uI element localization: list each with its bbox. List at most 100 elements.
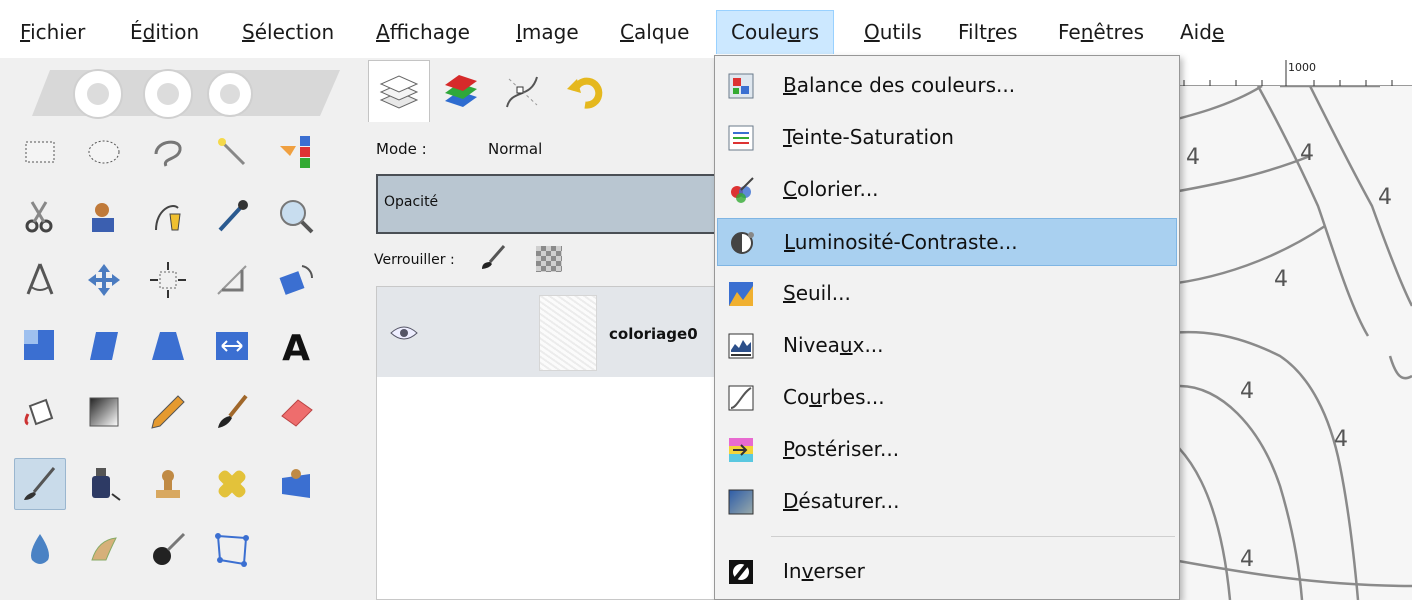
hue-saturation-icon bbox=[728, 125, 754, 151]
move-tool-icon[interactable] bbox=[78, 254, 130, 306]
perspective-tool-icon[interactable] bbox=[142, 320, 194, 372]
menu-couleurs-mnemonic: u bbox=[787, 20, 801, 44]
menu-item-teinte-saturation[interactable]: Teinte-Saturation bbox=[717, 114, 1177, 162]
menu-filtres[interactable]: Filtres bbox=[958, 10, 1018, 54]
menu-selection[interactable]: Sélection bbox=[242, 10, 334, 54]
menu-calque[interactable]: Calque bbox=[620, 10, 689, 54]
menu-affichage[interactable]: Affichage bbox=[376, 10, 470, 54]
menu-fichier[interactable]: Fichier bbox=[20, 10, 85, 54]
menu-separator bbox=[771, 536, 1175, 537]
menu-item-desaturer[interactable]: Désaturer... bbox=[717, 478, 1177, 526]
text-tool-icon[interactable]: A bbox=[270, 320, 322, 372]
select-by-color-tool-icon[interactable] bbox=[270, 126, 322, 178]
smudge-finger-tool-icon[interactable] bbox=[78, 524, 130, 576]
dodge-burn-tool-icon[interactable] bbox=[142, 524, 194, 576]
invert-icon bbox=[729, 560, 753, 584]
menu-fenetres-pre: Fe bbox=[1058, 20, 1081, 44]
visibility-eye-icon[interactable] bbox=[389, 323, 419, 343]
crop-tool-icon[interactable] bbox=[206, 254, 258, 306]
menu-affichage-mnemonic: A bbox=[376, 20, 390, 44]
rotate-tool-icon[interactable] bbox=[270, 254, 322, 306]
label-mnemonic: v bbox=[801, 559, 814, 583]
menu-fenetres[interactable]: Fenêtres bbox=[1058, 10, 1144, 54]
free-select-tool-icon[interactable] bbox=[142, 126, 194, 178]
zoom-tool-icon[interactable] bbox=[270, 190, 322, 242]
label-mnemonic: S bbox=[783, 281, 796, 305]
menu-item-niveaux[interactable]: Niveaux... bbox=[717, 322, 1177, 370]
pencil-tool-icon[interactable] bbox=[142, 386, 194, 438]
menu-item-label: Inverser bbox=[783, 559, 865, 583]
threshold-icon bbox=[729, 282, 753, 306]
desaturate-icon bbox=[728, 489, 754, 515]
label-post: einte-Saturation bbox=[791, 125, 954, 149]
layers-tab-icon[interactable] bbox=[368, 60, 430, 122]
fuzzy-select-tool-icon[interactable] bbox=[206, 126, 258, 178]
region-number: 4 bbox=[1274, 267, 1288, 292]
colors-menu: Balance des couleurs... Teinte-Saturatio… bbox=[714, 55, 1180, 600]
menu-fenetres-rest: êtres bbox=[1093, 20, 1145, 44]
menu-item-label: Teinte-Saturation bbox=[783, 125, 954, 149]
mode-select[interactable]: Normal bbox=[488, 140, 542, 158]
scale-tool-icon[interactable] bbox=[14, 320, 66, 372]
rect-select-tool-icon[interactable] bbox=[14, 126, 66, 178]
horizontal-ruler: 1000 bbox=[1150, 58, 1412, 86]
foreground-select-tool-icon[interactable] bbox=[78, 190, 130, 242]
smudge-tool-icon[interactable] bbox=[14, 458, 66, 510]
menu-edition[interactable]: Édition bbox=[130, 10, 199, 54]
menu-item-inverser[interactable]: Inverser bbox=[717, 548, 1177, 596]
lock-alpha-icon[interactable] bbox=[536, 246, 562, 272]
bucket-fill-tool-icon[interactable] bbox=[14, 386, 66, 438]
paintbrush-tool-icon[interactable] bbox=[206, 386, 258, 438]
menu-item-label: Seuil... bbox=[783, 281, 851, 305]
image-canvas[interactable]: 1000 4 4 4 4 4 4 4 bbox=[1150, 58, 1412, 600]
cage-transform-tool-icon[interactable] bbox=[206, 524, 258, 576]
shear-tool-icon[interactable] bbox=[78, 320, 130, 372]
menu-item-posteriser[interactable]: Postériser... bbox=[717, 426, 1177, 474]
region-number: 4 bbox=[1378, 185, 1392, 210]
flip-tool-icon[interactable] bbox=[206, 320, 258, 372]
menu-outils[interactable]: Outils bbox=[864, 10, 922, 54]
region-number: 4 bbox=[1300, 141, 1314, 166]
ink-tool-icon[interactable] bbox=[78, 458, 130, 510]
channels-tab-icon[interactable] bbox=[430, 60, 492, 122]
blur-sharpen-tool-icon[interactable] bbox=[14, 524, 66, 576]
measure-tool-icon[interactable] bbox=[14, 254, 66, 306]
menu-image[interactable]: Image bbox=[516, 10, 579, 54]
heal-tool-icon[interactable] bbox=[206, 458, 258, 510]
layer-thumbnail bbox=[539, 295, 597, 371]
menu-fenetres-mnemonic: n bbox=[1080, 20, 1094, 44]
svg-text:A: A bbox=[282, 328, 310, 366]
menu-item-seuil[interactable]: Seuil... bbox=[717, 270, 1177, 318]
menu-item-luminosite-contraste[interactable]: Luminosité-Contraste... bbox=[717, 218, 1177, 266]
eraser-tool-icon[interactable] bbox=[270, 386, 322, 438]
menu-item-colorier[interactable]: Colorier... bbox=[717, 166, 1177, 214]
label-post: ésaturer... bbox=[798, 489, 900, 513]
paths-tab-icon[interactable] bbox=[492, 60, 554, 122]
align-tool-icon[interactable] bbox=[142, 254, 194, 306]
region-number: 4 bbox=[1334, 427, 1348, 452]
menu-item-label: Luminosité-Contraste... bbox=[784, 230, 1018, 254]
menu-aide-mnemonic: e bbox=[1211, 20, 1225, 44]
menu-item-courbes[interactable]: Courbes... bbox=[717, 374, 1177, 422]
scissors-select-tool-icon[interactable] bbox=[14, 190, 66, 242]
clone-tool-icon[interactable] bbox=[142, 458, 194, 510]
blend-tool-icon[interactable] bbox=[78, 386, 130, 438]
menubar: Fichier Édition Sélection Affichage Imag… bbox=[0, 0, 1412, 58]
levels-icon bbox=[728, 333, 754, 359]
menu-aide[interactable]: Aide bbox=[1180, 10, 1224, 54]
menu-couleurs[interactable]: Couleurs bbox=[716, 10, 835, 54]
label-mnemonic: L bbox=[784, 230, 795, 254]
lock-pixels-icon[interactable] bbox=[480, 244, 506, 270]
menu-edition-pre: É bbox=[130, 20, 143, 44]
label-mnemonic: u bbox=[809, 385, 822, 409]
label-mnemonic: P bbox=[783, 437, 795, 461]
paths-tool-icon[interactable] bbox=[142, 190, 194, 242]
undo-history-tab-icon[interactable] bbox=[554, 60, 616, 122]
label-mnemonic: C bbox=[783, 177, 797, 201]
menu-item-balance-couleurs[interactable]: Balance des couleurs... bbox=[717, 62, 1177, 110]
opacity-slider[interactable]: Opacité bbox=[376, 174, 726, 234]
color-picker-tool-icon[interactable] bbox=[206, 190, 258, 242]
ellipse-select-tool-icon[interactable] bbox=[78, 126, 130, 178]
layer-row[interactable]: coloriage0 bbox=[377, 287, 727, 377]
perspective-clone-tool-icon[interactable] bbox=[270, 458, 322, 510]
